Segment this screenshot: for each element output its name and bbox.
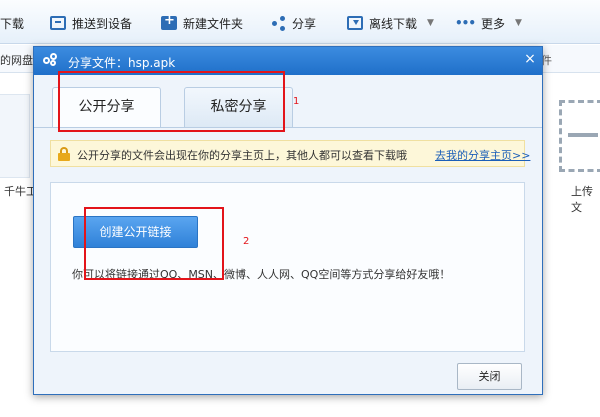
upload-file-label[interactable]: 上传文	[571, 183, 600, 215]
more-dots-icon: •••	[455, 16, 476, 30]
unlock-icon	[58, 147, 70, 161]
push-to-device-button[interactable]: 推送到设备	[50, 14, 132, 32]
annotation-label-1: 1	[293, 96, 300, 107]
share-button[interactable]: 分享	[272, 14, 316, 32]
public-share-notice: 公开分享的文件会出现在你的分享主页上，其他人都可以查看下载哦 去我的分享主页>>	[50, 140, 530, 167]
toolbar-download-partial[interactable]: 下载	[0, 14, 24, 32]
upload-file-icon[interactable]	[559, 100, 600, 172]
share-logo-icon	[43, 53, 60, 68]
more-button[interactable]: ••• 更多 ▼	[455, 14, 522, 32]
toolbar-download-label: 下载	[0, 16, 25, 31]
new-folder-button[interactable]: 新建文件夹	[161, 13, 244, 32]
offline-download-icon	[347, 16, 363, 30]
dialog-title: 分享文件：hsp.apk	[68, 56, 176, 70]
chevron-down-icon: ▼	[427, 18, 434, 28]
chevron-down-icon: ▼	[515, 18, 522, 28]
more-label: 更多	[481, 16, 506, 31]
close-button[interactable]: 关闭	[457, 363, 522, 390]
notice-text: 公开分享的文件会出现在你的分享主页上，其他人都可以查看下载哦	[77, 149, 407, 162]
share-icon	[272, 16, 286, 31]
offline-download-label: 离线下载	[369, 16, 418, 31]
my-share-home-link[interactable]: 去我的分享主页>>	[435, 147, 530, 163]
offline-download-button[interactable]: 离线下载 ▼	[347, 14, 434, 32]
close-icon[interactable]: ×	[522, 51, 538, 67]
annotation-label-2: 2	[243, 236, 250, 247]
annotation-box-1	[58, 71, 285, 132]
push-device-icon	[50, 16, 66, 30]
new-folder-icon	[161, 13, 177, 30]
new-folder-label: 新建文件夹	[183, 16, 244, 31]
main-toolbar: 下载 推送到设备 新建文件夹 分享 离线下载 ▼ ••• 更多 ▼	[0, 0, 600, 44]
breadcrumb[interactable]: 的网盘	[0, 52, 33, 68]
file-thumbnail[interactable]	[0, 94, 30, 178]
push-to-device-label: 推送到设备	[72, 16, 133, 31]
annotation-box-2	[84, 207, 224, 280]
share-label: 分享	[292, 16, 317, 31]
